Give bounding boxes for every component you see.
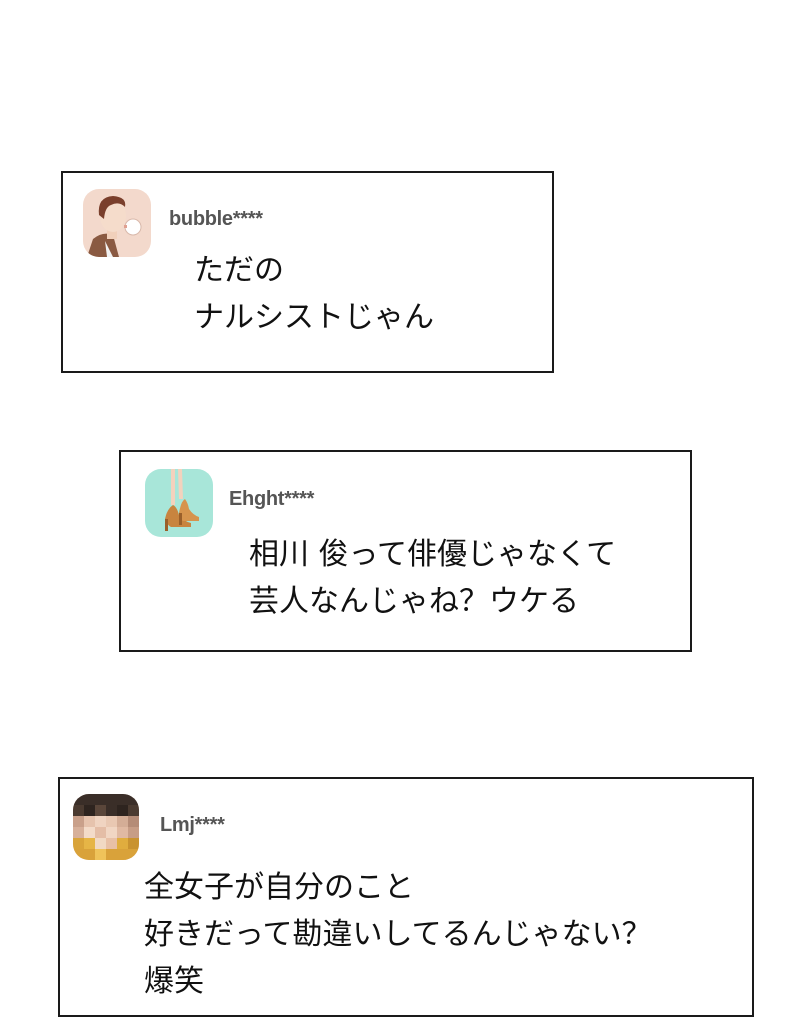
comment-line: 全女子が自分のこと	[144, 870, 414, 905]
username[interactable]: Ehght****	[229, 488, 314, 511]
comment-text: 全女子が自分のこと 好きだって勘違いしてるんじゃない？ 爆笑	[144, 864, 652, 1005]
comment-text: 相川 俊って俳優じゃなくて 芸人なんじゃね？ウケる	[249, 531, 616, 625]
comment-line: 爆笑	[144, 964, 204, 999]
comment-line: ナルシストじゃん	[194, 300, 434, 335]
pixelated-face-avatar[interactable]	[73, 794, 139, 860]
comment-line: ただの	[194, 253, 284, 288]
comment-line: 好きだって勘違いしてるんじゃない？	[144, 917, 652, 952]
comment-card-3: Lmj**** 全女子が自分のこと 好きだって勘違いしてるんじゃない？ 爆笑	[58, 777, 754, 1017]
username[interactable]: Lmj****	[160, 814, 225, 837]
comment-line: 芸人なんじゃね？ウケる	[249, 584, 579, 619]
comment-card-1: bubble**** ただの ナルシストじゃん	[61, 171, 554, 373]
man-blowing-bubblegum-avatar[interactable]	[83, 189, 151, 257]
high-heel-feet-avatar[interactable]	[145, 469, 213, 537]
username[interactable]: bubble****	[169, 208, 263, 231]
comment-card-2: Ehght**** 相川 俊って俳優じゃなくて 芸人なんじゃね？ウケる	[119, 450, 692, 652]
comment-text: ただの ナルシストじゃん	[194, 247, 434, 341]
comment-line: 相川 俊って俳優じゃなくて	[249, 537, 617, 572]
